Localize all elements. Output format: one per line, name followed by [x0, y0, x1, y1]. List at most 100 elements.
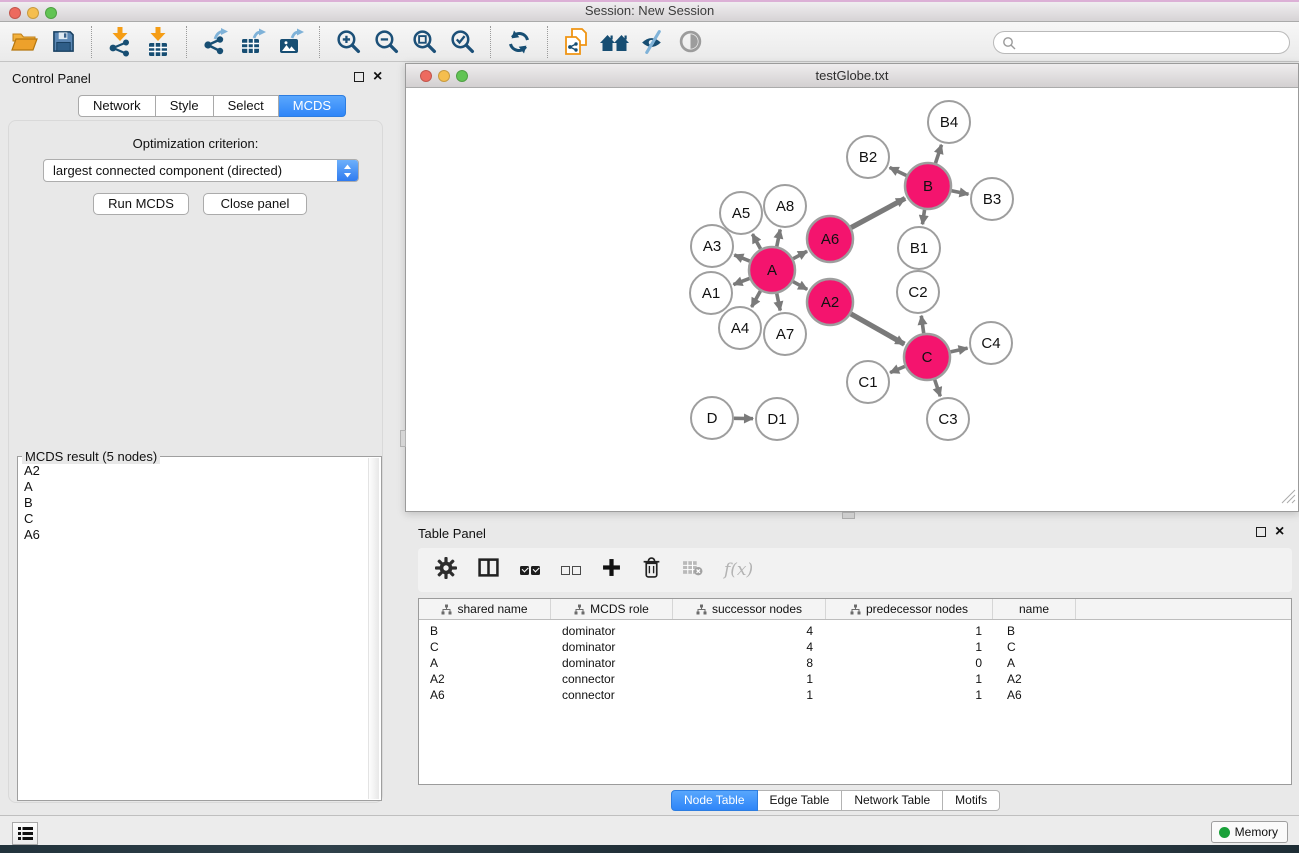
resize-grip-icon[interactable]	[1281, 489, 1296, 509]
minimize-window-button[interactable]	[27, 7, 39, 19]
result-item[interactable]: C	[24, 511, 40, 527]
show-columns-button[interactable]	[478, 558, 499, 582]
float-panel-icon[interactable]	[354, 72, 364, 82]
column-label: shared name	[457, 602, 527, 616]
cell-name: A2	[993, 672, 1076, 686]
result-item[interactable]: B	[24, 495, 40, 511]
node-label-B4: B4	[940, 114, 958, 131]
edge-C-C1[interactable]	[890, 366, 905, 372]
table-row-A2[interactable]: A2connector11A2	[419, 671, 1291, 687]
tab-network[interactable]: Network	[78, 95, 156, 117]
select-stepper[interactable]	[337, 160, 358, 181]
import-network-icon	[107, 27, 133, 57]
edge-A2-C[interactable]	[851, 314, 905, 344]
hide-graphics-details-button[interactable]	[635, 25, 669, 59]
delete-table-button-disabled[interactable]	[682, 559, 703, 581]
mcds-result-list: A2ABCA6	[24, 463, 40, 543]
tab-mcds[interactable]: MCDS	[279, 95, 346, 117]
network-close-button[interactable]	[420, 70, 432, 82]
edge-A-A6[interactable]	[793, 251, 807, 258]
close-panel-icon[interactable]: ×	[1275, 527, 1284, 537]
table-row-B[interactable]: Bdominator41B	[419, 623, 1291, 639]
cell-successor-nodes: 1	[673, 672, 826, 686]
edge-A-A8[interactable]	[777, 230, 780, 247]
edge-A6-B[interactable]	[851, 198, 905, 227]
edge-A-A3[interactable]	[734, 255, 749, 261]
network-window-titlebar[interactable]: testGlobe.txt	[406, 64, 1298, 88]
clone-network-button[interactable]	[559, 25, 593, 59]
tab-node-table[interactable]: Node Table	[671, 790, 758, 811]
zoom-out-button[interactable]	[369, 25, 403, 59]
close-panel-icon[interactable]: ×	[373, 72, 382, 82]
search-field[interactable]	[993, 31, 1290, 54]
result-item[interactable]: A	[24, 479, 40, 495]
export-table-button[interactable]	[236, 25, 270, 59]
edge-B-B4[interactable]	[935, 145, 941, 163]
edge-A-A2[interactable]	[793, 282, 807, 290]
zoom-in-button[interactable]	[331, 25, 365, 59]
tab-motifs[interactable]: Motifs	[943, 790, 1000, 811]
column-header-shared-name[interactable]: shared name	[419, 599, 551, 619]
show-graphics-details-button[interactable]	[673, 25, 707, 59]
search-input[interactable]	[1020, 34, 1289, 52]
zoom-selected-button[interactable]	[445, 25, 479, 59]
edge-B-B2[interactable]	[890, 167, 907, 175]
tab-edge-table[interactable]: Edge Table	[758, 790, 843, 811]
edge-A-A5[interactable]	[752, 234, 760, 249]
import-table-button[interactable]	[141, 25, 175, 59]
function-builder-button-disabled[interactable]: f(x)	[724, 560, 753, 580]
network-maximize-button[interactable]	[456, 70, 468, 82]
float-panel-icon[interactable]	[1256, 527, 1266, 537]
zoom-fit-button[interactable]	[407, 25, 441, 59]
column-header-name[interactable]: name	[993, 599, 1076, 619]
tab-select[interactable]: Select	[214, 95, 279, 117]
edge-A-A7[interactable]	[777, 294, 780, 311]
edge-C-C4[interactable]	[950, 348, 967, 352]
create-column-button[interactable]	[602, 558, 621, 582]
delete-table-icon	[682, 559, 703, 576]
column-header-predecessor-nodes[interactable]: predecessor nodes	[826, 599, 993, 619]
table-row-C[interactable]: Cdominator41C	[419, 639, 1291, 655]
unselect-all-columns-button[interactable]	[561, 566, 581, 575]
memory-button[interactable]: Memory	[1211, 821, 1288, 843]
show-panels-button[interactable]	[12, 822, 38, 845]
maximize-window-button[interactable]	[45, 7, 57, 19]
table-row-A6[interactable]: A6connector11A6	[419, 687, 1291, 703]
close-window-button[interactable]	[9, 7, 21, 19]
cell-predecessor-nodes: 1	[826, 672, 993, 686]
import-network-button[interactable]	[103, 25, 137, 59]
result-item[interactable]: A6	[24, 527, 40, 543]
optimization-criterion-select[interactable]: largest connected component (directed)	[43, 159, 359, 182]
horizontal-splitter-handle[interactable]	[842, 512, 855, 519]
result-item[interactable]: A2	[24, 463, 40, 479]
table-row-A[interactable]: Adominator80A	[419, 655, 1291, 671]
column-header-successor-nodes[interactable]: successor nodes	[673, 599, 826, 619]
edge-C-C3[interactable]	[935, 380, 941, 397]
run-mcds-button[interactable]: Run MCDS	[93, 193, 189, 215]
edge-B-B1[interactable]	[922, 210, 924, 224]
toolbar-separator	[490, 26, 491, 58]
export-image-button[interactable]	[274, 25, 308, 59]
edge-A-A4[interactable]	[752, 291, 761, 307]
edge-C-C2[interactable]	[921, 316, 923, 333]
column-header-mcds-role[interactable]: MCDS role	[551, 599, 673, 619]
vertical-splitter-handle[interactable]	[400, 430, 406, 447]
open-session-button[interactable]	[8, 25, 42, 59]
cell-mcds-role: dominator	[551, 656, 673, 670]
cell-shared-name: B	[419, 624, 551, 638]
home-layout-button[interactable]	[597, 25, 631, 59]
refresh-layout-button[interactable]	[502, 25, 536, 59]
edge-A-A1[interactable]	[733, 278, 749, 284]
export-network-button[interactable]	[198, 25, 232, 59]
network-minimize-button[interactable]	[438, 70, 450, 82]
edge-B-B3[interactable]	[952, 191, 969, 194]
delete-column-button[interactable]	[642, 557, 661, 583]
select-all-columns-button[interactable]	[520, 566, 540, 575]
table-settings-button[interactable]	[435, 557, 457, 584]
close-panel-button[interactable]: Close panel	[203, 193, 307, 215]
network-canvas[interactable]: AA1A3A4A5A7A8A6A2BB1B2B3B4CC1C2C3C4DD1	[406, 88, 1298, 511]
save-session-button[interactable]	[46, 25, 80, 59]
result-scrollbar[interactable]	[368, 458, 379, 799]
tab-style[interactable]: Style	[156, 95, 214, 117]
tab-network-table[interactable]: Network Table	[842, 790, 943, 811]
